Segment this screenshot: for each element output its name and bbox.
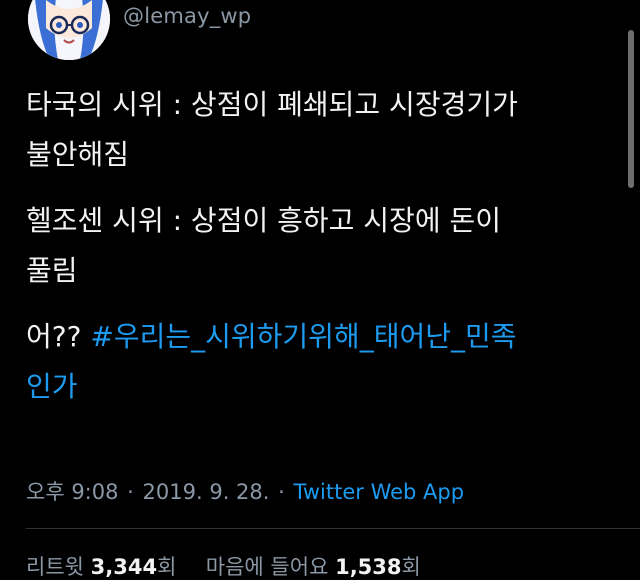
avatar[interactable] xyxy=(28,0,110,60)
tweet-line-2: 헬조센 시위 : 상점이 흥하고 시장에 돈이 풀림 xyxy=(26,204,501,287)
likes-count: 1,538 xyxy=(335,555,402,579)
retweets-suffix: 회 xyxy=(157,555,177,579)
retweets-stat[interactable]: 리트윗 3,344회 xyxy=(26,555,183,579)
tweet-line-1: 타국의 시위 : 상점이 폐쇄되고 시장경기가 불안해짐 xyxy=(26,88,518,171)
divider xyxy=(26,528,640,529)
tweet-line-3: 어?? #우리는_시위하기위해_태어난_민족 인가 xyxy=(26,312,616,412)
user-handle[interactable]: @lemay_wp xyxy=(123,4,251,28)
scrollbar[interactable] xyxy=(628,30,634,188)
likes-stat[interactable]: 마음에 들어요 1,538회 xyxy=(206,555,421,579)
hashtag-link[interactable]: #우리는_시위하기위해_태어난_민족 인가 xyxy=(26,320,517,403)
tweet-line-3-prefix: 어?? xyxy=(26,320,91,353)
tweet-meta: 오후 9:08 · 2019. 9. 28. · Twitter Web App xyxy=(26,476,464,506)
tweet-date[interactable]: 2019. 9. 28. xyxy=(143,480,270,504)
tweet-stats: 리트윗 3,344회 마음에 들어요 1,538회 xyxy=(26,551,421,580)
tweet-time[interactable]: 오후 9:08 xyxy=(26,480,118,504)
anime-girl-avatar-icon xyxy=(28,0,110,60)
retweets-label: 리트윗 xyxy=(26,555,84,579)
source-link[interactable]: Twitter Web App xyxy=(294,480,465,504)
meta-separator: · xyxy=(127,480,134,504)
tweet-text: 타국의 시위 : 상점이 폐쇄되고 시장경기가 불안해짐 헬조센 시위 : 상점… xyxy=(26,80,616,428)
retweets-count: 3,344 xyxy=(90,555,158,579)
likes-suffix: 회 xyxy=(401,555,421,579)
meta-separator: · xyxy=(278,480,285,504)
likes-label: 마음에 들어요 xyxy=(205,555,329,579)
